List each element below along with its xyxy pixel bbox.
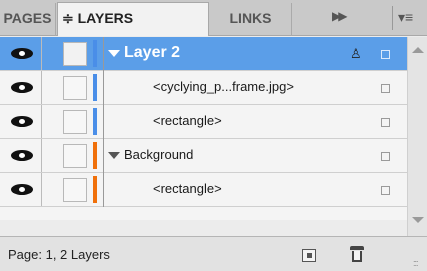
scroll-up-icon[interactable] [412,47,424,53]
tab-layers[interactable]: ≑ LAYERS [57,2,209,36]
layer-row-cyclying-frame[interactable]: <cyclying_p...frame.jpg> [0,71,407,105]
lock-toggle[interactable] [63,110,87,134]
layer-name: Background [124,147,194,162]
selection-indicator-box[interactable] [381,152,390,161]
layer-row-background[interactable]: Background [0,139,407,173]
column-divider [103,139,104,173]
selection-indicator-box[interactable] [381,84,390,93]
eye-icon [11,150,33,161]
resize-grip-icon[interactable]: ::: [413,258,418,268]
pen-icon: ♙ [350,46,362,61]
tab-links[interactable]: LINKS [210,3,292,36]
layer-color-swatch [93,40,97,67]
trash-body [352,251,362,262]
panel-footer: Page: 1, 2 Layers [0,236,427,271]
lock-toggle[interactable] [63,144,87,168]
visibility-toggle[interactable] [0,173,42,206]
lock-toggle[interactable] [63,76,87,100]
trash-icon[interactable] [350,246,364,263]
column-divider [103,105,104,139]
column-divider [103,71,104,105]
column-divider [103,173,104,207]
new-layer-icon[interactable] [302,249,316,262]
layer-count-status: Page: 1, 2 Layers [8,247,110,262]
vertical-scrollbar[interactable] [407,37,427,236]
selection-indicator-box[interactable] [381,186,390,195]
expand-triangle-icon[interactable] [108,50,120,57]
lock-toggle[interactable] [63,178,87,202]
layers-panel: PAGES ≑ LAYERS LINKS ▶▶ ▾≡ Layer 2 ♙ <cy… [0,0,427,271]
layer-list: Layer 2 ♙ <cyclying_p...frame.jpg> <rect… [0,37,407,220]
visibility-toggle[interactable] [0,105,42,138]
visibility-toggle[interactable] [0,139,42,172]
trash-lid [350,246,364,250]
expand-triangle-icon[interactable] [108,152,120,159]
collapse-panel-icon[interactable]: ▶▶ [332,9,348,23]
selection-indicator-box[interactable] [381,118,390,127]
selection-indicator-box[interactable] [381,50,390,59]
eye-icon [11,82,33,93]
visibility-toggle[interactable] [0,37,42,70]
eye-icon [11,48,33,59]
lock-toggle[interactable] [63,42,87,66]
column-divider [103,37,104,71]
visibility-toggle[interactable] [0,71,42,104]
layer-name: Layer 2 [124,44,181,61]
eye-icon [11,184,33,195]
layer-color-swatch [93,142,97,169]
layer-row-rectangle[interactable]: <rectangle> [0,173,407,207]
object-name: <rectangle> [153,113,222,128]
panel-menu-icon[interactable]: ▾≡ [398,9,413,26]
scroll-down-icon[interactable] [412,217,424,223]
eye-icon [11,116,33,127]
layer-color-swatch [93,108,97,135]
layer-color-swatch [93,176,97,203]
object-name: <rectangle> [153,181,222,196]
layer-row-layer-2[interactable]: Layer 2 ♙ [0,37,407,71]
layer-color-swatch [93,74,97,101]
tab-bar-separator [392,6,393,30]
panel-tab-bar: PAGES ≑ LAYERS LINKS ▶▶ ▾≡ [0,0,427,36]
tab-pages[interactable]: PAGES [0,3,56,36]
layer-row-rectangle[interactable]: <rectangle> [0,105,407,139]
object-name: <cyclying_p...frame.jpg> [153,79,294,94]
